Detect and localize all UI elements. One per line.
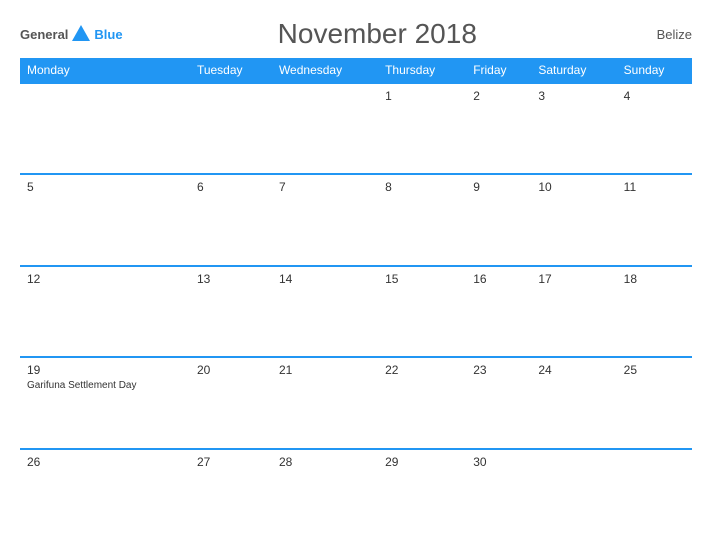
cell-w1-d5: 10 bbox=[531, 174, 616, 265]
cell-w4-d0: 26 bbox=[20, 449, 190, 540]
day-number: 13 bbox=[197, 272, 265, 286]
day-number: 3 bbox=[538, 89, 609, 103]
calendar-body: 12345678910111213141516171819Garifuna Se… bbox=[20, 83, 692, 540]
day-number: 29 bbox=[385, 455, 459, 469]
cell-w0-d6: 4 bbox=[617, 83, 692, 174]
logo-icon bbox=[70, 23, 92, 45]
day-number: 25 bbox=[624, 363, 685, 377]
cell-w0-d1 bbox=[190, 83, 272, 174]
day-number: 6 bbox=[197, 180, 265, 194]
cell-w2-d5: 17 bbox=[531, 266, 616, 357]
col-saturday: Saturday bbox=[531, 58, 616, 83]
day-number: 15 bbox=[385, 272, 459, 286]
country-label: Belize bbox=[632, 27, 692, 42]
cell-w1-d3: 8 bbox=[378, 174, 466, 265]
day-number: 19 bbox=[27, 363, 183, 377]
cell-w4-d6 bbox=[617, 449, 692, 540]
cell-w4-d4: 30 bbox=[466, 449, 531, 540]
day-number: 14 bbox=[279, 272, 371, 286]
cell-w3-d6: 25 bbox=[617, 357, 692, 448]
cell-w2-d0: 12 bbox=[20, 266, 190, 357]
cell-w1-d1: 6 bbox=[190, 174, 272, 265]
header-row: Monday Tuesday Wednesday Thursday Friday… bbox=[20, 58, 692, 83]
day-number: 16 bbox=[473, 272, 524, 286]
cell-w4-d5 bbox=[531, 449, 616, 540]
day-number: 28 bbox=[279, 455, 371, 469]
header: General Blue November 2018 Belize bbox=[20, 18, 692, 50]
week-row-3: 19 Garifuna Settlement Day 20 21 22 23 24 25 bbox=[20, 357, 692, 448]
cell-w3-d3: 22 bbox=[378, 357, 466, 448]
cell-w3-d1: 20 bbox=[190, 357, 272, 448]
col-tuesday: Tuesday bbox=[190, 58, 272, 83]
logo-general-text: General bbox=[20, 27, 68, 42]
day-number: 7 bbox=[279, 180, 371, 194]
cell-w0-d0 bbox=[20, 83, 190, 174]
week-row-2: 12 13 14 15 16 17 18 bbox=[20, 266, 692, 357]
week-row-1: 56789 10 11 bbox=[20, 174, 692, 265]
cell-w2-d3: 15 bbox=[378, 266, 466, 357]
cell-w3-d4: 23 bbox=[466, 357, 531, 448]
day-number: 27 bbox=[197, 455, 265, 469]
day-number: 4 bbox=[624, 89, 685, 103]
day-number: 21 bbox=[279, 363, 371, 377]
cell-w4-d1: 27 bbox=[190, 449, 272, 540]
logo: General Blue bbox=[20, 23, 123, 45]
cell-w4-d2: 28 bbox=[272, 449, 378, 540]
cell-w0-d4: 2 bbox=[466, 83, 531, 174]
cell-w1-d6: 11 bbox=[617, 174, 692, 265]
col-wednesday: Wednesday bbox=[272, 58, 378, 83]
day-number: 12 bbox=[27, 272, 183, 286]
calendar-header: Monday Tuesday Wednesday Thursday Friday… bbox=[20, 58, 692, 83]
day-number: 30 bbox=[473, 455, 524, 469]
cell-w3-d2: 21 bbox=[272, 357, 378, 448]
day-number: 1 bbox=[385, 89, 459, 103]
cell-w0-d3: 1 bbox=[378, 83, 466, 174]
day-number: 10 bbox=[538, 180, 609, 194]
cell-w0-d2 bbox=[272, 83, 378, 174]
cell-w2-d1: 13 bbox=[190, 266, 272, 357]
cell-w0-d5: 3 bbox=[531, 83, 616, 174]
day-number: 5 bbox=[27, 180, 183, 194]
cell-w2-d4: 16 bbox=[466, 266, 531, 357]
day-number: 9 bbox=[473, 180, 524, 194]
cell-w2-d2: 14 bbox=[272, 266, 378, 357]
cell-w1-d0: 5 bbox=[20, 174, 190, 265]
day-number: 18 bbox=[624, 272, 685, 286]
col-thursday: Thursday bbox=[378, 58, 466, 83]
week-row-4: 26 27 28 29 30 bbox=[20, 449, 692, 540]
holiday-label: Garifuna Settlement Day bbox=[27, 379, 183, 392]
calendar-title: November 2018 bbox=[123, 18, 632, 50]
week-row-0: 123 4 bbox=[20, 83, 692, 174]
day-number: 8 bbox=[385, 180, 459, 194]
day-number: 11 bbox=[624, 180, 685, 194]
day-number: 23 bbox=[473, 363, 524, 377]
day-number: 17 bbox=[538, 272, 609, 286]
col-sunday: Sunday bbox=[617, 58, 692, 83]
col-friday: Friday bbox=[466, 58, 531, 83]
cell-w2-d6: 18 bbox=[617, 266, 692, 357]
logo-blue-text: Blue bbox=[94, 27, 122, 42]
cell-w3-d0: 19 Garifuna Settlement Day bbox=[20, 357, 190, 448]
day-number: 22 bbox=[385, 363, 459, 377]
col-monday: Monday bbox=[20, 58, 190, 83]
day-number: 2 bbox=[473, 89, 524, 103]
day-number: 24 bbox=[538, 363, 609, 377]
calendar-table: Monday Tuesday Wednesday Thursday Friday… bbox=[20, 58, 692, 540]
cell-w4-d3: 29 bbox=[378, 449, 466, 540]
cell-w1-d2: 7 bbox=[272, 174, 378, 265]
day-number: 26 bbox=[27, 455, 183, 469]
cell-w1-d4: 9 bbox=[466, 174, 531, 265]
day-number: 20 bbox=[197, 363, 265, 377]
cell-w3-d5: 24 bbox=[531, 357, 616, 448]
